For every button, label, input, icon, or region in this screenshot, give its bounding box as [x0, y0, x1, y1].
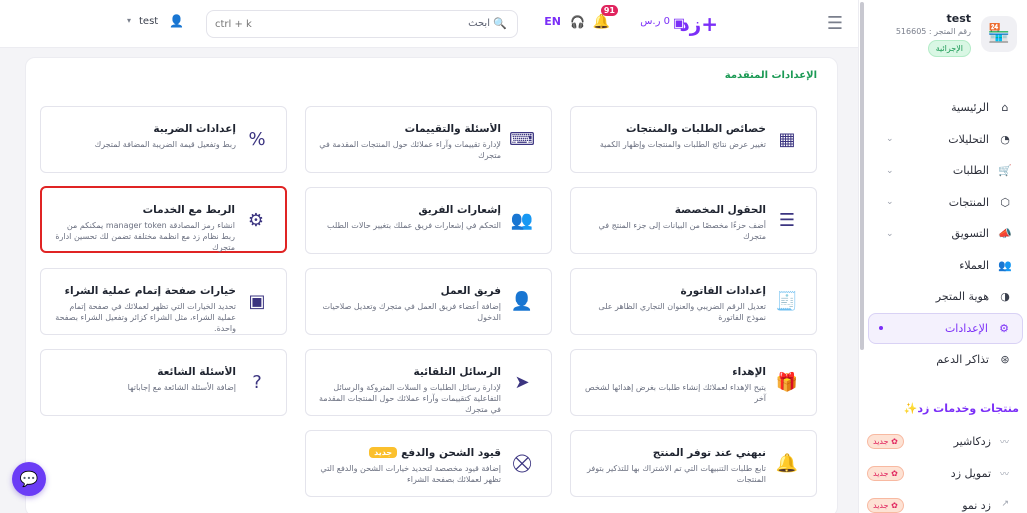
chevron-down-icon: ⌄: [886, 134, 894, 145]
store-icon[interactable]: 🏪: [981, 16, 1017, 52]
alert-bell-icon: 🔔: [775, 453, 799, 474]
faq-icon: ?: [252, 372, 262, 393]
send-icon: ➤: [514, 372, 530, 393]
menu-icon[interactable]: ☰: [824, 14, 846, 34]
sidebar-item-products[interactable]: ⬡ المنتجات ⌄: [864, 187, 1027, 219]
search-box[interactable]: 🔍 ابحث: [206, 10, 518, 38]
store-status-button[interactable]: الإجرائية: [927, 40, 971, 57]
card-team[interactable]: 👤 فريق العمل إضافة أعضاء فريق العمل في م…: [305, 268, 552, 335]
sidebar: 🏪 test رقم المتجر : 516605 الإجرائية ⌂ ال…: [864, 0, 1027, 513]
store-identity-icon: ◑: [1000, 290, 1010, 304]
language-toggle[interactable]: EN: [544, 15, 561, 28]
team-notifications-icon: 👥: [510, 210, 534, 231]
new-badge: جديد: [369, 447, 398, 458]
cashier-icon: 〰: [999, 438, 1009, 448]
custom-fields-icon: ☰: [778, 210, 796, 231]
sidebar-item-analytics[interactable]: ◔ التحليلات ⌄: [864, 124, 1027, 156]
sidebar-item-zid-growth[interactable]: ↗ زد نمو ✿ جديد: [867, 496, 1017, 513]
notifications-badge: 91: [600, 5, 618, 16]
card-invoice-settings[interactable]: 🧾 إعدادات الفاتورة تعديل الرقم الضريبي و…: [570, 268, 817, 335]
shipping-restrictions-icon: ⛒: [512, 453, 532, 474]
sidebar-item-zid-finance[interactable]: 〰 تمويل زد ✿ جديد: [867, 464, 1017, 486]
support-icon: ⊛: [1000, 353, 1010, 367]
gift-icon: 🎁: [775, 372, 799, 393]
services-icon: ⚙: [247, 210, 265, 231]
sidebar-item-orders[interactable]: 🛒 الطلبات ⌄: [864, 155, 1027, 187]
card-orders-products-properties[interactable]: ▦ خصائص الطلبات والمنتجات تغيير عرض نتائ…: [570, 106, 817, 173]
wallet-icon[interactable]: ▣: [673, 16, 685, 31]
chat-icon[interactable]: 💬: [12, 462, 46, 496]
card-questions-reviews[interactable]: ⌨ الأسئلة والتقييمات لإدارة تقييمات وآرا…: [305, 106, 552, 173]
new-badge: ✿ جديد: [867, 466, 904, 481]
card-tax-settings[interactable]: % إعدادات الضريبة ربط وتفعيل قيمة الضريب…: [40, 106, 287, 173]
user-menu[interactable]: ▾ test 👤: [123, 12, 189, 34]
sidebar-item-settings[interactable]: ⚙ الإعدادات: [868, 312, 1023, 344]
card-custom-fields[interactable]: ☰ الحقول المخصصة أضف حزءًا مخصصًا من الب…: [570, 187, 817, 254]
sidebar-item-zid-cashier[interactable]: 〰 زدكاشير ✿ جديد: [867, 432, 1017, 454]
card-auto-messages[interactable]: ➤ الرسائل التلقائية لإدارة رسائل الطلبات…: [305, 349, 552, 416]
products-services-title: منتجات وخدمات زد✨: [903, 402, 1019, 415]
sidebar-item-support[interactable]: ⊛ تذاكر الدعم: [864, 344, 1027, 376]
store-header: 🏪 test رقم المتجر : 516605 الإجرائية: [867, 10, 1017, 70]
user-name: test: [139, 16, 159, 27]
search-icon: 🔍: [493, 17, 507, 30]
sidebar-item-marketing[interactable]: 📣 التسويق ⌄: [864, 218, 1027, 250]
page-title: الإعدادات المتقدمة: [724, 70, 817, 81]
orders-icon: 🛒: [998, 164, 1012, 178]
card-services-integration[interactable]: ⚙ الربط مع الخدمات انشاء رمز المصادقة ma…: [40, 186, 287, 253]
balance-text[interactable]: 0 ر.س: [640, 16, 670, 27]
bell-icon[interactable]: 🔔: [593, 14, 610, 30]
home-icon: ⌂: [1001, 101, 1009, 115]
card-shipping-payment-restrictions[interactable]: ⛒ قيود الشحن والدفعجديد إضافة قيود مخصصة…: [305, 430, 552, 497]
products-icon: ⬡: [1000, 195, 1010, 209]
sidebar-nav: ⌂ الرئيسية ◔ التحليلات ⌄ 🛒 الطلبات ⌄ ⬡ المنتجا…: [864, 92, 1027, 376]
chevron-down-icon: ⌄: [886, 197, 894, 208]
sidebar-item-store-identity[interactable]: ◑ هوية المتجر: [864, 281, 1027, 313]
chevron-down-icon: ⌄: [886, 228, 894, 239]
card-faq[interactable]: ? الأسئلة الشائعة إضافة الأسئلة الشائعة …: [40, 349, 287, 416]
reviews-icon: ⌨: [509, 129, 535, 150]
advanced-settings-panel: الإعدادات المتقدمة ▦ خصائص الطلبات والمن…: [25, 57, 838, 513]
search-input[interactable]: [215, 16, 335, 32]
user-icon: 👤: [169, 14, 184, 28]
card-gifting[interactable]: 🎁 الإهداء يتيح الإهداء لعملائك إنشاء طلب…: [570, 349, 817, 416]
card-checkout-options[interactable]: ▣ خيارات صفحة إتمام عملية الشراء تحديد ا…: [40, 268, 287, 335]
checkout-icon: ▣: [248, 291, 266, 312]
sidebar-item-home[interactable]: ⌂ الرئيسية: [864, 92, 1027, 124]
analytics-icon: ◔: [1000, 132, 1010, 146]
chevron-down-icon: ⌄: [886, 165, 894, 176]
headset-icon[interactable]: 🎧: [570, 15, 585, 29]
invoice-icon: 🧾: [775, 291, 799, 312]
top-bar: ☰ زد+ ▣ 0 ر.س 🔔 91 🎧 EN 🔍 ابحث ▾ test 👤: [0, 0, 858, 48]
team-icon: 👤: [510, 291, 534, 312]
growth-icon: ↗: [1001, 499, 1009, 509]
tax-icon: %: [248, 129, 266, 150]
store-id: رقم المتجر : 516605: [895, 27, 971, 36]
store-name[interactable]: test: [946, 12, 971, 25]
card-notify-when-available[interactable]: 🔔 نبهني عند توفر المنتج تابع طلبات التنب…: [570, 430, 817, 497]
chevron-down-icon: ▾: [127, 16, 132, 25]
zid-logo[interactable]: زد+: [679, 12, 718, 36]
card-team-notifications[interactable]: 👥 إشعارات الفريق التحكم في إشعارات فريق …: [305, 187, 552, 254]
new-badge: ✿ جديد: [867, 498, 904, 513]
customers-icon: 👥: [998, 258, 1012, 272]
new-badge: ✿ جديد: [867, 434, 904, 449]
active-dot: [879, 326, 883, 331]
marketing-icon: 📣: [998, 227, 1012, 241]
settings-icon: ⚙: [999, 321, 1009, 335]
grid-icon: ▦: [778, 129, 796, 150]
finance-icon: 〰: [999, 470, 1009, 480]
sidebar-item-customers[interactable]: 👥 العملاء: [864, 250, 1027, 282]
search-label: ابحث: [468, 18, 490, 29]
